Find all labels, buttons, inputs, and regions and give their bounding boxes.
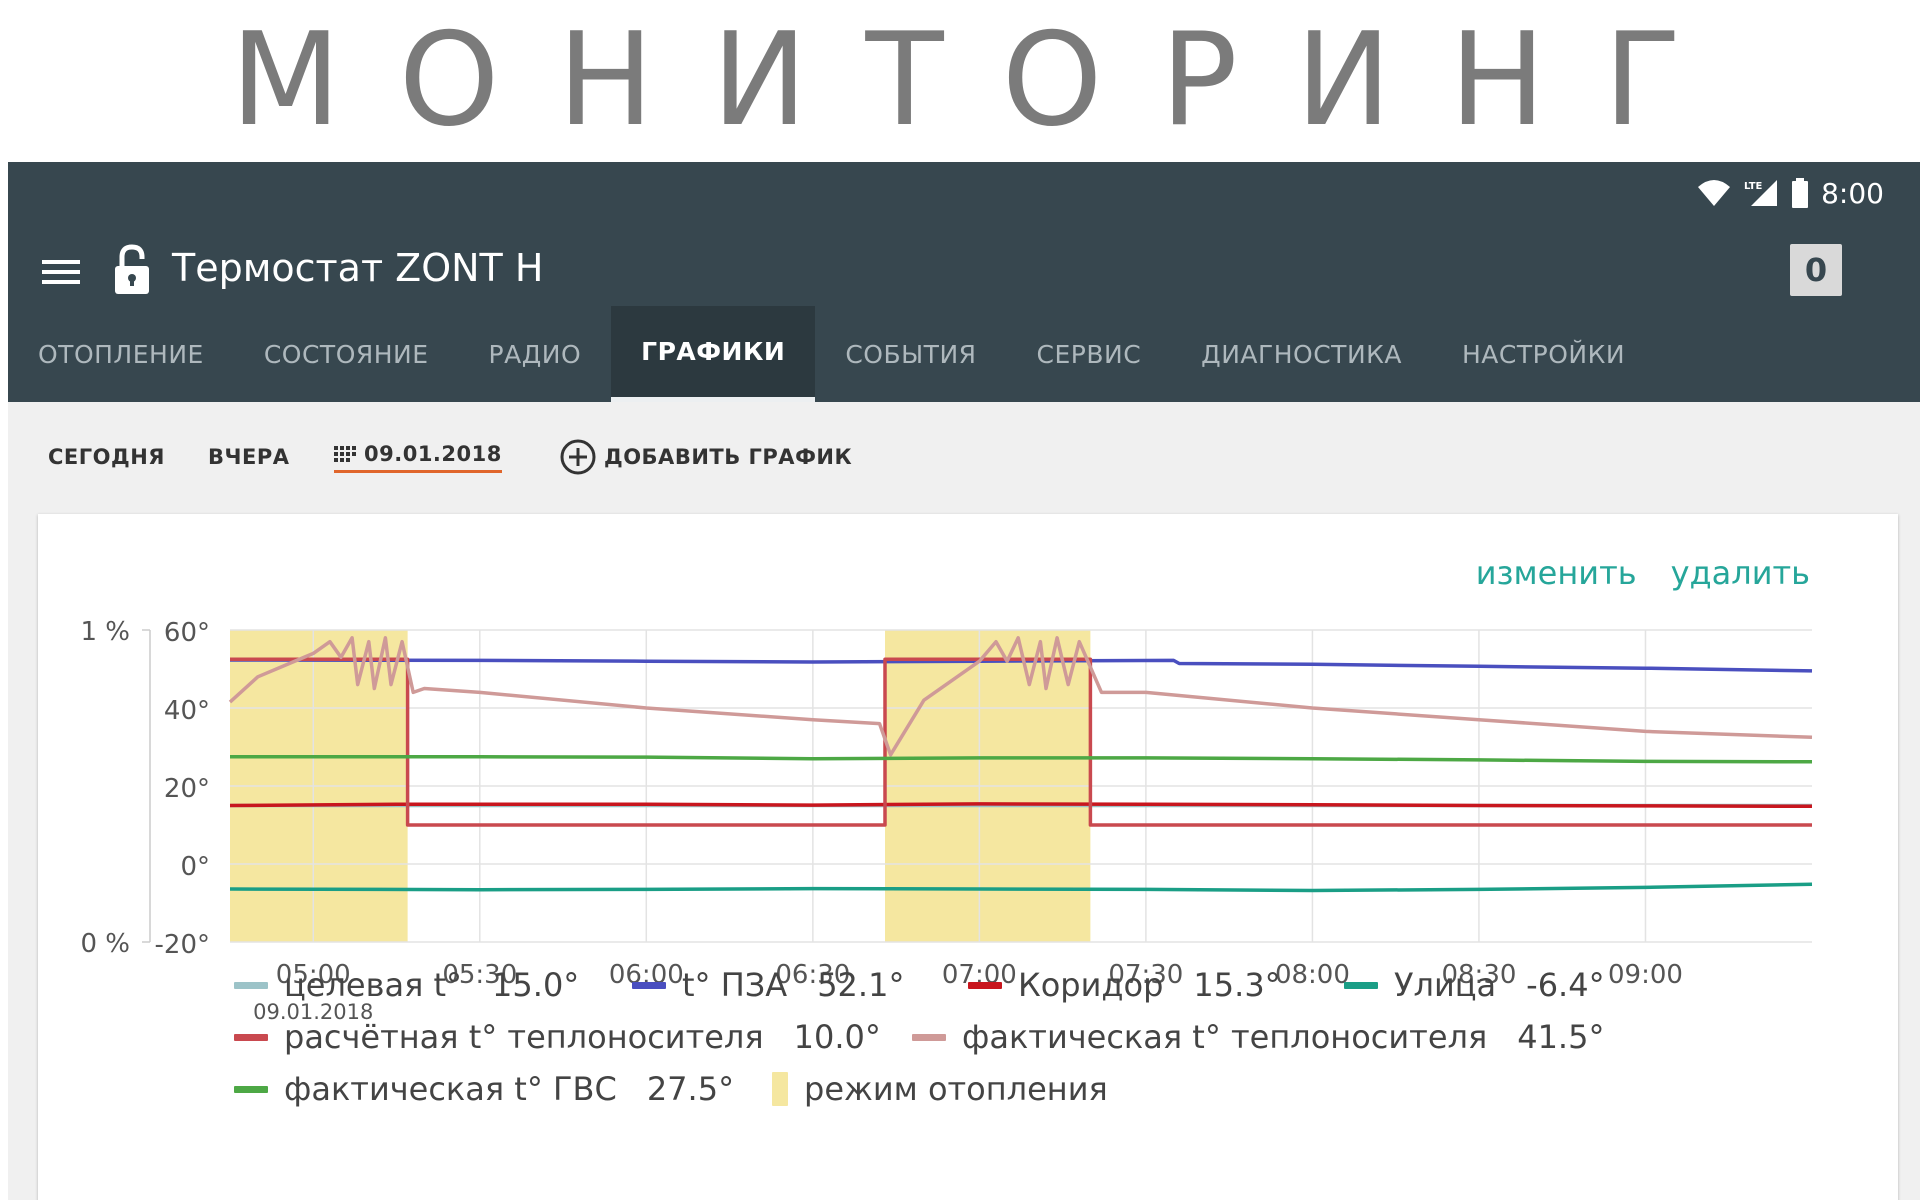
legend-value: 15.0° bbox=[492, 966, 580, 1004]
app-screen: LTE 8:00 Термостат ZONT H 0 ОТОПЛЕНИЕ СО… bbox=[8, 162, 1920, 1200]
legend-swatch bbox=[234, 981, 268, 989]
range-bar: СЕГОДНЯ ВЧЕРА 09.01.2018 ДОБАВИТЬ ГРАФИК bbox=[8, 402, 1920, 512]
status-bar: LTE 8:00 bbox=[1697, 170, 1884, 216]
network-label: LTE bbox=[1744, 181, 1763, 192]
legend-value: 27.5° bbox=[646, 1070, 735, 1108]
legend-value: 52.1° bbox=[817, 966, 905, 1004]
legend-name: целевая t° bbox=[284, 966, 463, 1004]
tab-diagnostics[interactable]: ДИАГНОСТИКА bbox=[1171, 306, 1432, 402]
y-left-tick-label: 0 % bbox=[80, 929, 130, 959]
legend-item[interactable]: целевая t° 15.0° bbox=[234, 966, 579, 1004]
legend-name: Улица bbox=[1394, 966, 1497, 1004]
legend-item[interactable]: фактическая t° теплоносителя 41.5° bbox=[912, 1018, 1604, 1056]
x-tick-label: 09:00 bbox=[1608, 960, 1683, 990]
tab-events[interactable]: СОБЫТИЯ bbox=[815, 306, 1006, 402]
legend-name: фактическая t° ГВС bbox=[284, 1070, 617, 1108]
legend-name: t° ПЗА bbox=[682, 966, 788, 1004]
menu-button[interactable] bbox=[38, 252, 84, 292]
tab-heating[interactable]: ОТОПЛЕНИЕ bbox=[8, 306, 234, 402]
x-tick-label: 08:00 bbox=[1275, 960, 1350, 990]
legend-item[interactable]: Улица -6.4° bbox=[1344, 966, 1605, 1004]
legend-value: 10.0° bbox=[793, 1018, 881, 1056]
legend-item[interactable]: фактическая t° ГВС 27.5° bbox=[234, 1070, 734, 1108]
legend-swatch bbox=[1344, 981, 1378, 989]
y-right-tick-label: 20° bbox=[164, 774, 210, 804]
lte-signal-icon: LTE bbox=[1744, 180, 1778, 206]
legend-swatch bbox=[772, 1072, 788, 1106]
y-right-tick-label: 40° bbox=[164, 696, 210, 726]
banner-title: МОНИТОРИНГ bbox=[230, 6, 1740, 155]
legend-item[interactable]: расчётная t° теплоносителя 10.0° bbox=[234, 1018, 881, 1056]
status-time: 8:00 bbox=[1821, 176, 1884, 210]
tab-status[interactable]: СОСТОЯНИЕ bbox=[234, 306, 459, 402]
range-yesterday-button[interactable]: ВЧЕРА bbox=[208, 445, 289, 469]
banner: МОНИТОРИНГ bbox=[0, 0, 1920, 162]
date-picker-button[interactable]: 09.01.2018 bbox=[334, 442, 502, 473]
wifi-icon bbox=[1698, 180, 1731, 206]
y-left-tick-label: 1 % bbox=[80, 617, 130, 647]
chart-card: изменить удалить 60° 40° 20° 0° -20° 05:00 05:… bbox=[38, 514, 1898, 1200]
tab-charts[interactable]: ГРАФИКИ bbox=[611, 306, 816, 402]
hamburger-menu-icon bbox=[42, 260, 80, 284]
legend-name: Коридор bbox=[1018, 966, 1164, 1004]
lock-open-icon[interactable] bbox=[112, 244, 152, 296]
legend-item[interactable]: t° ПЗА 52.1° bbox=[632, 966, 904, 1004]
legend-item[interactable]: Коридор 15.3° bbox=[968, 966, 1281, 1004]
legend-value: 15.3° bbox=[1193, 966, 1281, 1004]
tab-bar: ОТОПЛЕНИЕ СОСТОЯНИЕ РАДИО ГРАФИКИ СОБЫТИ… bbox=[8, 306, 1655, 402]
add-circle-icon bbox=[560, 439, 596, 475]
legend-swatch bbox=[234, 1085, 268, 1093]
y-right-tick-label: 0° bbox=[180, 852, 210, 882]
app-title: Термостат ZONT H bbox=[172, 246, 544, 290]
tab-radio[interactable]: РАДИО bbox=[459, 306, 612, 402]
legend-swatch bbox=[968, 981, 1002, 989]
y-right-tick-label: 60° bbox=[164, 618, 210, 648]
tab-settings[interactable]: НАСТРОЙКИ bbox=[1432, 306, 1655, 402]
legend-item[interactable]: режим отопления bbox=[772, 1070, 1108, 1108]
calendar-grid-icon bbox=[334, 445, 356, 462]
tab-service[interactable]: СЕРВИС bbox=[1007, 306, 1172, 402]
add-chart-button[interactable]: ДОБАВИТЬ ГРАФИК bbox=[560, 439, 852, 475]
range-today-button[interactable]: СЕГОДНЯ bbox=[48, 445, 165, 469]
app-bar: LTE 8:00 Термостат ZONT H 0 ОТОПЛЕНИЕ СО… bbox=[8, 162, 1920, 402]
battery-icon bbox=[1792, 178, 1809, 208]
legend-swatch bbox=[632, 981, 666, 989]
selected-date: 09.01.2018 bbox=[364, 441, 502, 466]
legend-value: -6.4° bbox=[1526, 966, 1605, 1004]
legend-name: фактическая t° теплоносителя bbox=[962, 1018, 1488, 1056]
legend-name: режим отопления bbox=[804, 1070, 1108, 1108]
y-right-tick-label: -20° bbox=[155, 930, 210, 960]
legend-name: расчётная t° теплоносителя bbox=[284, 1018, 764, 1056]
add-chart-label: ДОБАВИТЬ ГРАФИК bbox=[604, 445, 853, 469]
counter-badge[interactable]: 0 bbox=[1790, 244, 1842, 296]
legend-value: 41.5° bbox=[1517, 1018, 1605, 1056]
legend-swatch bbox=[234, 1033, 268, 1041]
legend-swatch bbox=[912, 1033, 946, 1041]
